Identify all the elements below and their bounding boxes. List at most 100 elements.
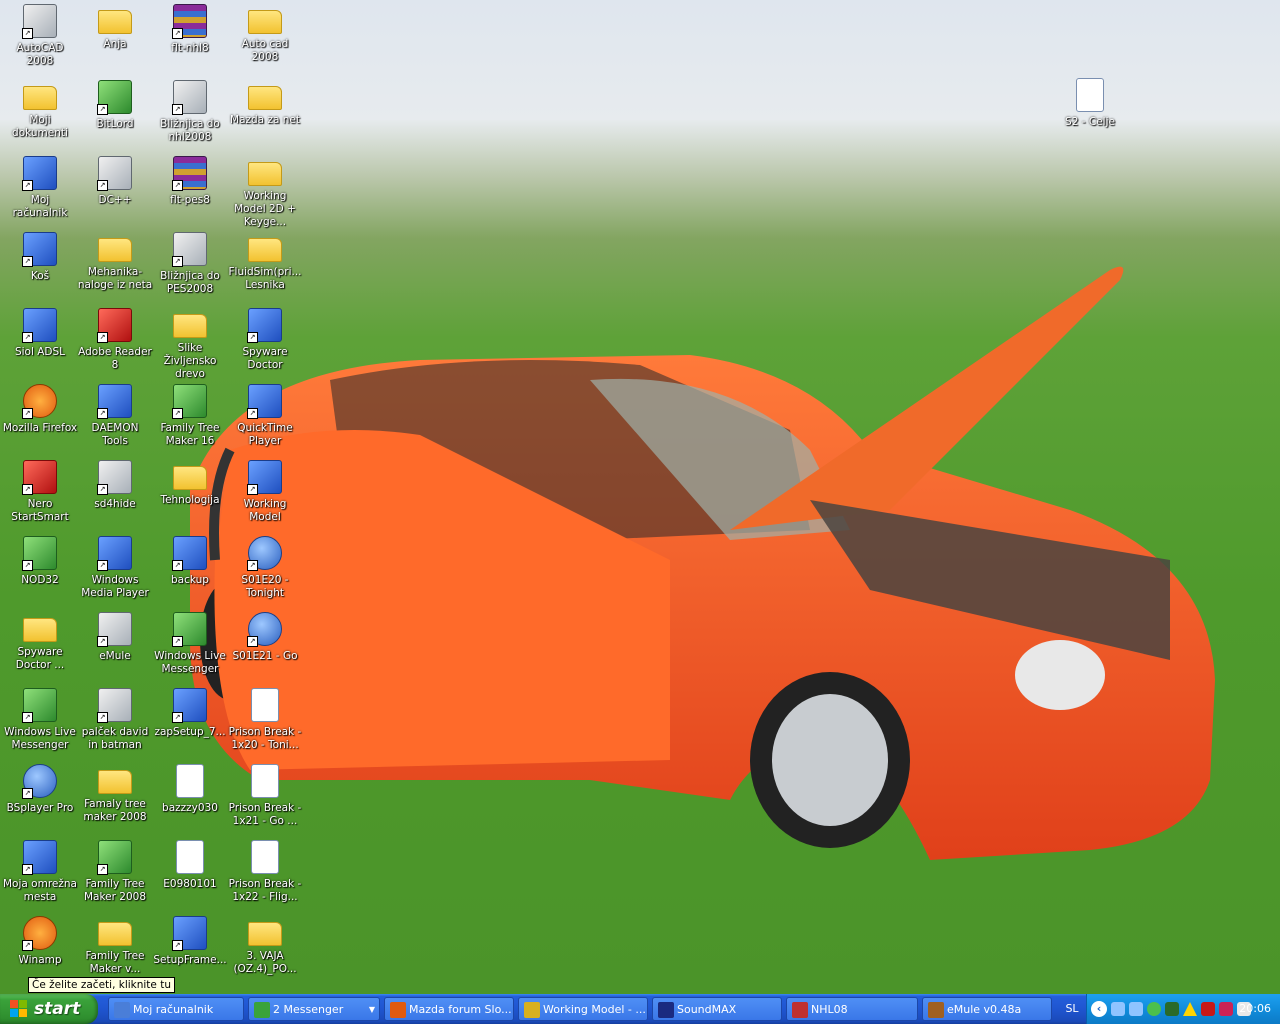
taskbar-button[interactable]: SoundMAX (652, 997, 782, 1021)
desktop-icon[interactable]: Working Model 2D + Keyge... (227, 154, 303, 230)
wallpaper-car-image (190, 266, 1215, 860)
display-driver-icon[interactable] (1201, 1002, 1215, 1016)
network-icon-2[interactable] (1129, 1002, 1143, 1016)
desktop-icon[interactable]: ↗ BSplayer Pro (2, 762, 78, 838)
desktop-icon[interactable]: ↗ Family Tree Maker 16 (152, 382, 228, 458)
desktop-icon[interactable]: ↗ Moj računalnik (2, 154, 78, 230)
desktop-icon[interactable]: ↗ S01E21 - Go (227, 610, 303, 686)
taskbar-button[interactable]: 2 Messenger ▼ (248, 997, 380, 1021)
desktop-icon-label: BitLord (96, 118, 134, 130)
desktop: ↗ AutoCAD 2008 Anja ↗ flt-nhl8 Auto cad 2008 M… (0, 0, 1280, 994)
desktop-icon[interactable]: E0980101 (152, 838, 228, 914)
desktop-icon[interactable]: Prison Break - 1x20 - Toni... (227, 686, 303, 762)
desktop-icon-label: palček david in batman (81, 726, 149, 751)
desktop-icon[interactable]: Tehnologija (152, 458, 228, 534)
desktop-icon[interactable]: ↗ NOD32 (2, 534, 78, 610)
desktop-icon[interactable]: Mehanika-naloge iz neta (77, 230, 153, 306)
taskbar-app-icon (254, 1002, 270, 1018)
desktop-icon-label: Tehnologija (160, 494, 220, 506)
desktop-icon[interactable]: ↗ Windows Live Messenger (2, 686, 78, 762)
messenger-icon[interactable] (1147, 1002, 1161, 1016)
warning-icon[interactable] (1183, 1002, 1197, 1016)
taskbar-button[interactable]: Moj računalnik (108, 997, 244, 1021)
desktop-icon[interactable]: ↗ Bližnjica do PES2008 (152, 230, 228, 306)
desktop-icon[interactable]: S2 - Celje (1052, 76, 1128, 152)
desktop-icon-label: eMule (99, 650, 131, 662)
shortcut-arrow-icon: ↗ (247, 408, 258, 419)
desktop-icon[interactable]: ↗ QuickTime Player (227, 382, 303, 458)
shortcut-arrow-icon: ↗ (172, 104, 183, 115)
desktop-icon[interactable]: ↗ flt-nhl8 (152, 2, 228, 78)
desktop-icon[interactable]: ↗ Windows Media Player (77, 534, 153, 610)
desktop-icon[interactable]: ↗ DC++ (77, 154, 153, 230)
desktop-icon[interactable]: Prison Break - 1x22 - Flig... (227, 838, 303, 914)
desktop-icon-label: BSplayer Pro (6, 802, 74, 814)
desktop-icon[interactable]: ↗ Family Tree Maker 2008 (77, 838, 153, 914)
desktop-icon[interactable]: ↗ Adobe Reader 8 (77, 306, 153, 382)
language-indicator[interactable]: SL (1060, 994, 1084, 1024)
desktop-icon[interactable]: ↗ Windows Live Messenger (152, 610, 228, 686)
bs-icon: ↗ (247, 612, 282, 647)
desktop-icon[interactable]: ↗ AutoCAD 2008 (2, 2, 78, 78)
desktop-icon[interactable]: ↗ Moja omrežna mesta (2, 838, 78, 914)
bs-icon: ↗ (247, 536, 282, 571)
desktop-icon[interactable]: ↗ DAEMON Tools (77, 382, 153, 458)
desktop-icon[interactable]: FluidSim(pri... Lesnika (227, 230, 303, 306)
desktop-icon-label: Spyware Doctor ... (15, 646, 65, 671)
rar-icon: ↗ (172, 156, 207, 191)
doc-icon (251, 764, 279, 798)
shortcut-arrow-icon: ↗ (172, 940, 183, 951)
app-icon: ↗ (172, 916, 207, 951)
desktop-icon[interactable]: ↗ Nero StartSmart (2, 458, 78, 534)
show-hidden-icons-icon[interactable]: ‹ (1091, 1001, 1107, 1017)
desktop-icon[interactable]: Slike Življensko drevo (152, 306, 228, 382)
desktop-icon[interactable]: ↗ Bližnjica do nhl2008 (152, 78, 228, 154)
gray-icon: ↗ (97, 612, 132, 647)
desktop-icon[interactable]: ↗ flt-pes8 (152, 154, 228, 230)
taskbar-button[interactable]: eMule v0.48a (922, 997, 1052, 1021)
desktop-icon[interactable]: ↗ palček david in batman (77, 686, 153, 762)
green-icon: ↗ (22, 536, 57, 571)
desktop-icon[interactable]: Famaly tree maker 2008 (77, 762, 153, 838)
clock[interactable]: 20:06 (1239, 994, 1271, 1024)
desktop-icon-label: Family Tree Maker v... (85, 950, 145, 975)
desktop-icon[interactable]: ↗ sd4hide (77, 458, 153, 534)
folder-icon (98, 922, 132, 946)
desktop-icon[interactable]: Moji dokumenti (2, 78, 78, 154)
desktop-icon[interactable]: ↗ backup (152, 534, 228, 610)
taskbar-button[interactable]: Working Model - ... (518, 997, 648, 1021)
bs-icon: ↗ (22, 764, 57, 799)
green-icon: ↗ (172, 384, 207, 419)
desktop-icon[interactable]: bazzzy030 (152, 762, 228, 838)
start-button[interactable]: start (0, 994, 98, 1024)
desktop-icon[interactable]: ↗ Siol ADSL (2, 306, 78, 382)
desktop-icon[interactable]: ↗ eMule (77, 610, 153, 686)
bittorrent-icon[interactable] (1219, 1002, 1233, 1016)
taskbar-button-label: Moj računalnik (133, 1003, 214, 1016)
desktop-icon[interactable]: Mazda za net (227, 78, 303, 154)
folder-icon (248, 86, 282, 110)
desktop-icon[interactable]: ↗ BitLord (77, 78, 153, 154)
shortcut-arrow-icon: ↗ (172, 712, 183, 723)
taskbar-button-label: eMule v0.48a (947, 1003, 1022, 1016)
desktop-icon-label: Windows Media Player (81, 574, 149, 599)
desktop-icon[interactable]: ↗ S01E20 - Tonight (227, 534, 303, 610)
taskbar-button[interactable]: NHL08 (786, 997, 918, 1021)
taskbar-button[interactable]: Mazda forum Slo... (384, 997, 514, 1021)
desktop-icon[interactable]: Prison Break - 1x21 - Go ... (227, 762, 303, 838)
shortcut-arrow-icon: ↗ (97, 180, 108, 191)
network-icon[interactable] (1111, 1002, 1125, 1016)
desktop-icon[interactable]: ↗ zapSetup_7... (152, 686, 228, 762)
desktop-icon[interactable]: Spyware Doctor ... (2, 610, 78, 686)
desktop-icon[interactable]: ↗ Spyware Doctor (227, 306, 303, 382)
desktop-icon[interactable]: Auto cad 2008 (227, 2, 303, 78)
folder-icon (98, 10, 132, 34)
system-tray: ‹ 20:06 (1086, 994, 1280, 1024)
desktop-icon-label: QuickTime Player (237, 422, 293, 447)
desktop-icon[interactable]: ↗ Working Model (227, 458, 303, 534)
desktop-icon[interactable]: ↗ Koš (2, 230, 78, 306)
desktop-icon[interactable]: Anja (77, 2, 153, 78)
desktop-icon[interactable]: 3. VAJA (OZ.4)_PO... (227, 914, 303, 990)
desktop-icon[interactable]: ↗ Mozilla Firefox (2, 382, 78, 458)
antivirus-icon[interactable] (1165, 1002, 1179, 1016)
